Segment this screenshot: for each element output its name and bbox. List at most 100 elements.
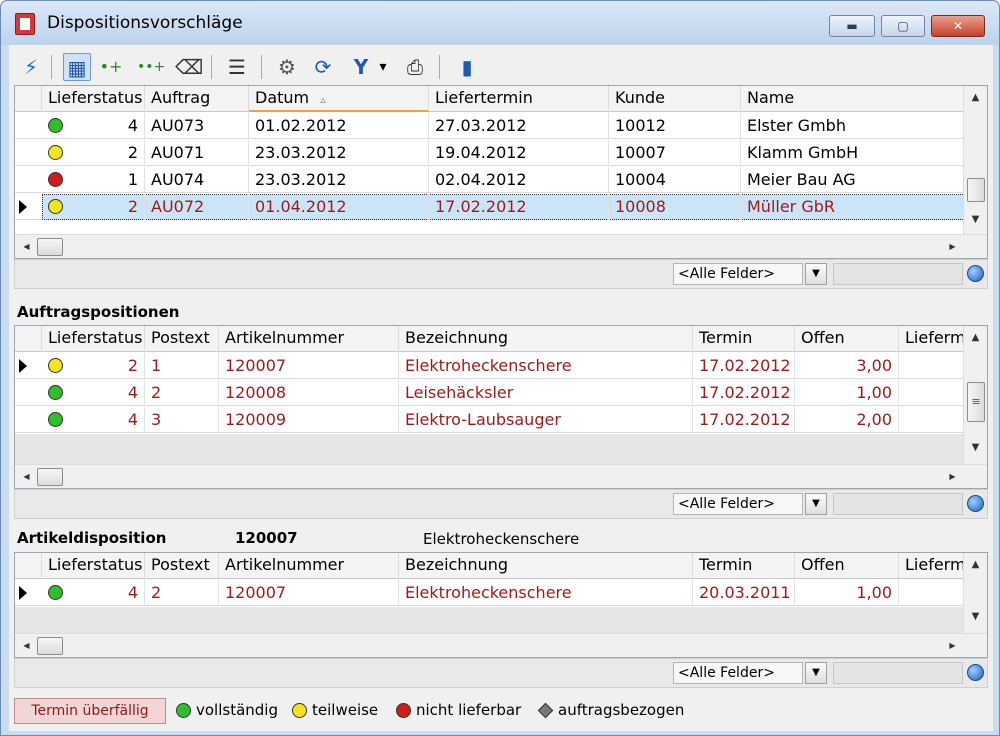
name-cell: Müller GbR	[741, 194, 965, 220]
auftrag-cell: AU074	[145, 167, 249, 193]
positions-header: Lieferstatus Postext Artikelnummer Bezei…	[15, 326, 965, 352]
refresh-icon[interactable]: ⟳	[309, 53, 337, 81]
status-cell: 4	[42, 380, 145, 406]
disposition-filter-input[interactable]	[833, 662, 963, 684]
dropdown-arrow-icon[interactable]: ▼	[805, 493, 827, 515]
col-offen[interactable]: Offen	[795, 326, 899, 352]
maximize-button[interactable]: ▢	[881, 15, 925, 37]
col-lieferm[interactable]: Lieferm	[899, 326, 965, 352]
toolbar-separator	[439, 55, 440, 79]
properties-icon[interactable]: ⚙	[273, 53, 301, 81]
col-bezeichnung[interactable]: Bezeichnung	[399, 553, 693, 579]
scroll-thumb-grip-icon[interactable]: ≡	[967, 382, 985, 422]
add-node-icon[interactable]: •+	[97, 53, 125, 81]
filter-icon[interactable]: Y	[347, 53, 375, 81]
bezeichnung-cell: Elektro-Laubsauger	[399, 407, 693, 433]
positions-field-select[interactable]: <Alle Felder>	[673, 493, 803, 515]
col-artikelnummer[interactable]: Artikelnummer	[219, 326, 399, 352]
list-numbered-icon[interactable]: ☰	[223, 53, 251, 81]
legend-partial-label: teilweise	[312, 701, 379, 719]
table-row[interactable]: 4 2 120008 Leisehäcksler 17.02.2012 1,00	[15, 380, 965, 406]
scroll-up-arrow-icon[interactable]: ▲	[964, 88, 987, 108]
col-lieferstatus[interactable]: Lieferstatus	[42, 326, 145, 352]
table-row[interactable]: 4 3 120009 Elektro-Laubsauger 17.02.2012…	[15, 407, 965, 433]
positions-vertical-scrollbar[interactable]: ▲ ≡ ▼	[963, 326, 987, 464]
disposition-horizontal-scrollbar[interactable]: ◀ ▶	[15, 633, 987, 657]
positions-horizontal-scrollbar[interactable]: ◀ ▶	[15, 464, 987, 488]
scroll-thumb[interactable]	[37, 468, 63, 486]
scroll-up-arrow-icon[interactable]: ▲	[964, 555, 987, 575]
col-postext[interactable]: Postext	[145, 553, 219, 579]
scroll-down-arrow-icon[interactable]: ▼	[964, 438, 987, 458]
col-lieferstatus[interactable]: Lieferstatus	[42, 86, 145, 112]
positions-filter-input[interactable]	[833, 493, 963, 515]
col-auftrag[interactable]: Auftrag	[145, 86, 249, 112]
scroll-left-arrow-icon[interactable]: ◀	[15, 237, 38, 257]
scroll-up-arrow-icon[interactable]: ▲	[964, 328, 987, 348]
globe-icon[interactable]	[967, 664, 984, 681]
liefertermin-cell: 02.04.2012	[429, 167, 609, 193]
table-view-icon[interactable]: ▦	[63, 53, 91, 81]
scroll-right-arrow-icon[interactable]: ▶	[941, 636, 964, 656]
name-cell: Meier Bau AG	[741, 167, 965, 193]
print-icon[interactable]: ⎙	[401, 53, 429, 81]
col-liefertermin[interactable]: Liefertermin	[429, 86, 609, 112]
scroll-down-arrow-icon[interactable]: ▼	[964, 607, 987, 627]
table-row-selected[interactable]: 2 AU072 01.04.2012 17.02.2012 10008 Müll…	[15, 194, 965, 220]
lieferm-cell	[899, 580, 965, 606]
disposition-field-select[interactable]: <Alle Felder>	[673, 662, 803, 684]
datum-cell: 23.03.2012	[249, 167, 429, 193]
orders-filter-input[interactable]	[833, 263, 963, 285]
table-row[interactable]: 4 AU073 01.02.2012 27.03.2012 10012 Elst…	[15, 113, 965, 139]
kunde-cell: 10004	[609, 167, 741, 193]
col-name[interactable]: Name	[741, 86, 965, 112]
minimize-button[interactable]: ▬	[829, 15, 875, 37]
orders-field-select[interactable]: <Alle Felder>	[673, 263, 803, 285]
scroll-right-arrow-icon[interactable]: ▶	[941, 237, 964, 257]
postext-cell: 3	[145, 407, 219, 433]
scroll-right-arrow-icon[interactable]: ▶	[941, 467, 964, 487]
auftrag-cell: AU071	[145, 140, 249, 166]
orders-vertical-scrollbar[interactable]: ▲ ▼	[963, 86, 987, 234]
col-datum[interactable]: Datum ▵	[249, 86, 429, 112]
col-lieferm[interactable]: Lieferm	[899, 553, 965, 579]
table-row[interactable]: 1 AU074 23.03.2012 02.04.2012 10004 Meie…	[15, 167, 965, 193]
globe-icon[interactable]	[967, 265, 984, 282]
title-bar[interactable]: Dispositionsvorschläge ▬ ▢ ✕	[1, 1, 999, 45]
dropdown-arrow-icon[interactable]: ▼	[805, 662, 827, 684]
scroll-thumb[interactable]	[37, 238, 63, 256]
scroll-left-arrow-icon[interactable]: ◀	[15, 636, 38, 656]
postext-cell: 2	[145, 380, 219, 406]
add-nodes-icon[interactable]: ••+	[137, 53, 165, 81]
col-termin[interactable]: Termin	[693, 326, 795, 352]
col-postext[interactable]: Postext	[145, 326, 219, 352]
app-icon	[15, 13, 35, 35]
book-icon[interactable]: ▮	[453, 53, 481, 81]
disposition-vertical-scrollbar[interactable]: ▲ ▼	[963, 553, 987, 633]
disposition-article-number: 120007	[235, 529, 298, 547]
eraser-icon[interactable]: ⌫	[175, 53, 203, 81]
col-artikelnummer[interactable]: Artikelnummer	[219, 553, 399, 579]
col-lieferstatus[interactable]: Lieferstatus	[42, 553, 145, 579]
table-row[interactable]: 4 2 120007 Elektroheckenschere 20.03.201…	[15, 580, 965, 606]
filter-dropdown-icon[interactable]: ▾	[375, 53, 391, 81]
status-red-icon	[48, 172, 63, 187]
table-row[interactable]: 2 1 120007 Elektroheckenschere 17.02.201…	[15, 353, 965, 379]
table-row[interactable]: 2 AU071 23.03.2012 19.04.2012 10007 Klam…	[15, 140, 965, 166]
orders-filter-bar: <Alle Felder> ▼	[14, 259, 988, 289]
scroll-thumb[interactable]	[967, 178, 985, 202]
scroll-left-arrow-icon[interactable]: ◀	[15, 467, 38, 487]
main-window: Dispositionsvorschläge ▬ ▢ ✕ ⚡ ▦ •+ ••+ …	[0, 0, 1000, 736]
close-button[interactable]: ✕	[931, 15, 985, 37]
col-termin[interactable]: Termin	[693, 553, 795, 579]
scroll-down-arrow-icon[interactable]: ▼	[964, 210, 987, 230]
col-kunde[interactable]: Kunde	[609, 86, 741, 112]
orders-horizontal-scrollbar[interactable]: ◀ ▶	[15, 234, 987, 258]
dropdown-arrow-icon[interactable]: ▼	[805, 263, 827, 285]
globe-icon[interactable]	[967, 495, 984, 512]
col-bezeichnung[interactable]: Bezeichnung	[399, 326, 693, 352]
scroll-thumb[interactable]	[37, 637, 63, 655]
col-offen[interactable]: Offen	[795, 553, 899, 579]
lightning-icon[interactable]: ⚡	[17, 53, 45, 81]
status-yellow-icon	[292, 703, 307, 718]
